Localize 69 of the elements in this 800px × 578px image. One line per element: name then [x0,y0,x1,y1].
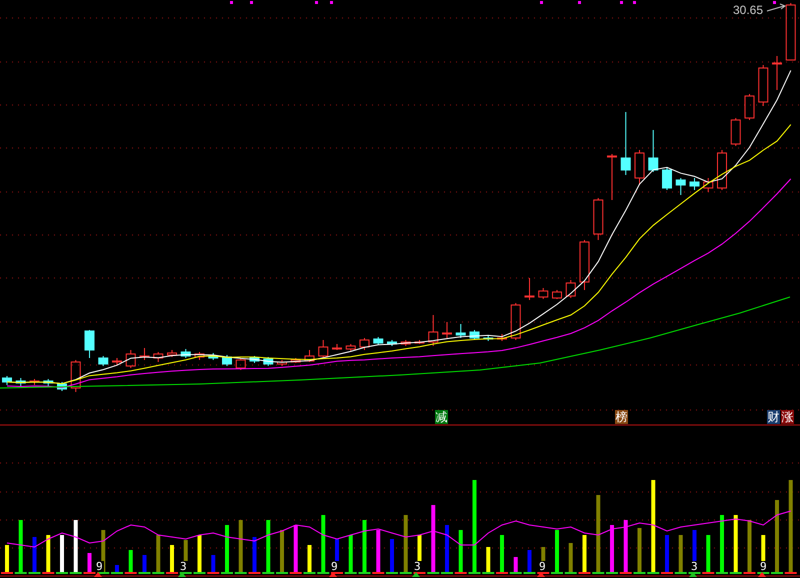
volume-marker: 9 [759,561,768,572]
candlestick [414,340,424,344]
candlestick [153,352,164,362]
candlestick [538,288,548,300]
candlestick [593,198,604,240]
volume-marker: 9 [95,561,104,572]
candlestick [263,356,274,366]
candlestick [607,154,617,200]
candlestick [566,280,576,298]
candlestick [360,338,370,350]
candlestick [2,376,12,386]
signal-tag: 减 [435,410,448,424]
candlestick [236,358,246,370]
candlestick [580,240,590,290]
candlestick [250,356,260,364]
candlestick [208,352,218,360]
candlestick [98,356,108,366]
candlestick [70,360,81,392]
pointer-arrow-icon [766,4,786,12]
candlestick [57,382,67,392]
candlestick [387,340,397,346]
candlestick [112,358,122,366]
candlestick [662,168,672,190]
volume-marker: 3 [690,561,699,572]
volume-marker: 3 [413,561,422,572]
candlestick [620,112,631,176]
candlestick [140,348,150,360]
candlestick [332,344,342,350]
candlestick [373,336,384,346]
candlestick [222,354,232,366]
candlestick [744,94,754,120]
candlestick [497,334,507,342]
candlestick [30,378,40,386]
candlestick [786,2,796,60]
signal-tag: 涨 [781,410,794,424]
candlestick [648,130,658,172]
candlestick [552,290,562,300]
candlestick [167,350,177,358]
candlestick [180,348,191,358]
candlestick [290,358,301,364]
candlestick [634,150,644,186]
signal-tag: 财 [767,410,780,424]
candlestick [304,350,314,362]
candlestick [510,302,521,340]
signal-tag: 榜 [615,410,628,424]
candlestick [428,314,438,346]
candlestick [730,118,741,146]
candlestick [442,322,452,338]
candlestick [758,64,768,106]
candlestick [84,330,94,358]
candlestick [346,344,356,352]
candlestick [318,340,328,358]
candlestick [717,150,727,190]
candlestick [277,360,287,366]
max-price-label: 30.65 [733,3,764,17]
candlestick [194,352,204,360]
candlestick [483,334,494,342]
candlestick [772,56,782,90]
candlestick [126,350,136,368]
volume-marker: 3 [179,561,188,572]
volume-marker: 9 [330,561,339,572]
candlestick [400,340,411,346]
candlestick [703,178,714,192]
volume-marker: 9 [538,561,547,572]
candlestick [524,278,534,300]
candlestick [43,378,54,386]
candlestick [676,178,686,196]
candlestick [456,324,466,338]
candlestick [690,178,700,190]
